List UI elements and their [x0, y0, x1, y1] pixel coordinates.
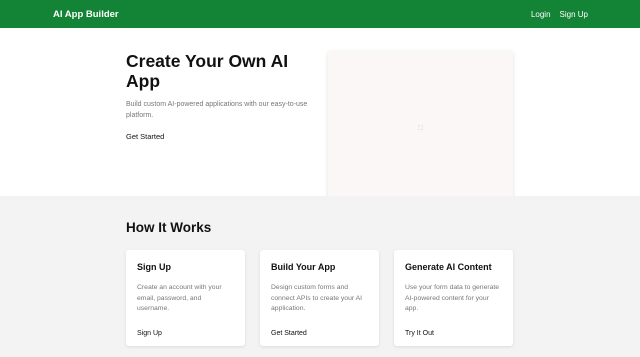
how-it-works-section: How It Works Sign Up Create an account w… [0, 196, 640, 357]
card-get-started-link[interactable]: Get Started [271, 330, 307, 337]
hero-section: Create Your Own AI App Build custom AI-p… [0, 28, 640, 203]
card-title: Generate AI Content [405, 262, 492, 272]
step-card-sign-up: Sign Up Create an account with your emai… [126, 250, 245, 346]
hero-image-placeholder: ⬚ [328, 51, 513, 203]
top-navbar: AI App Builder Login Sign Up [0, 0, 640, 28]
card-title: Build Your App [271, 262, 336, 272]
broken-image-icon: ⬚ [417, 124, 424, 131]
signup-link[interactable]: Sign Up [560, 10, 588, 19]
section-title: How It Works [126, 220, 212, 235]
hero-title: Create Your Own AI App [126, 51, 289, 91]
card-title: Sign Up [137, 262, 171, 272]
card-description: Design custom forms and connect APIs to … [271, 284, 363, 312]
get-started-link[interactable]: Get Started [126, 132, 164, 141]
step-card-build-app: Build Your App Design custom forms and c… [260, 250, 379, 346]
card-description: Create an account with your email, passw… [137, 284, 222, 312]
hero-description: Build custom AI-powered applications wit… [126, 101, 308, 119]
nav-links: Login Sign Up [531, 10, 588, 19]
card-description: Use your form data to generate AI-powere… [405, 284, 500, 312]
card-sign-up-link[interactable]: Sign Up [137, 330, 162, 337]
steps-cards: Sign Up Create an account with your emai… [126, 250, 513, 346]
step-card-generate-content: Generate AI Content Use your form data t… [394, 250, 513, 346]
login-link[interactable]: Login [531, 10, 551, 19]
card-try-it-out-link[interactable]: Try It Out [405, 330, 434, 337]
brand-logo-text[interactable]: AI App Builder [53, 9, 119, 20]
hero-content: Create Your Own AI App Build custom AI-p… [126, 51, 321, 144]
